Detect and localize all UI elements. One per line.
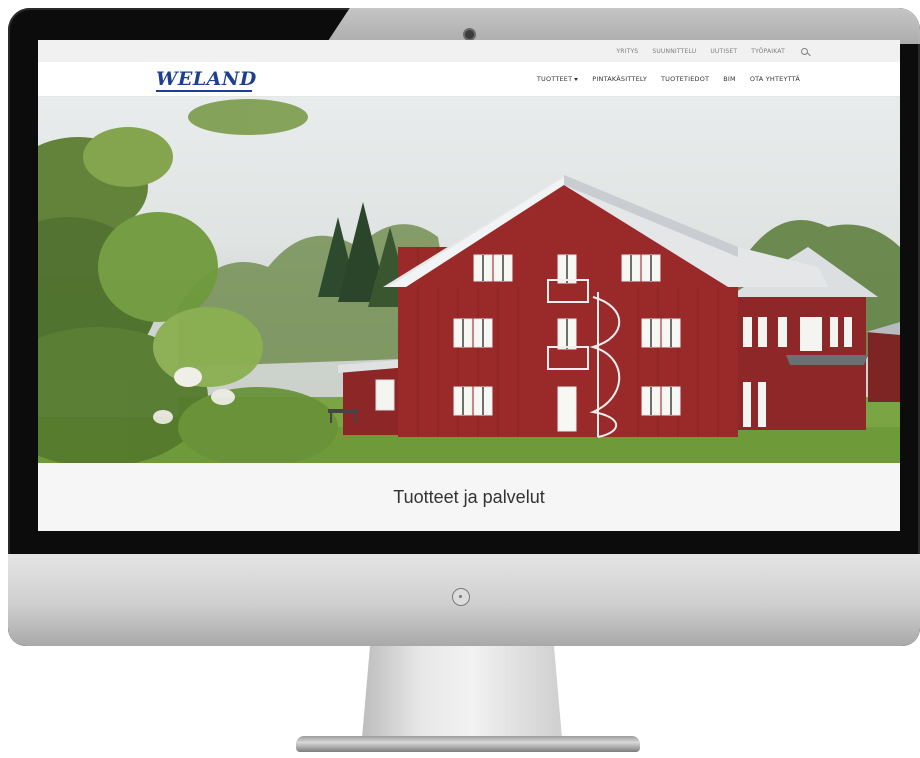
power-button-icon <box>452 588 470 606</box>
nav-item-ota-yhteytta[interactable]: OTA YHTEYTTÄ <box>750 75 800 83</box>
nav-link-uutiset[interactable]: UUTISET <box>710 48 737 55</box>
main-header: WELAND TUOTTEET PINTAKÄSITTELY TUOTETIED… <box>38 62 900 97</box>
weland-logo[interactable]: WELAND <box>156 68 256 92</box>
nav-link-suunnittelu[interactable]: SUUNNITTELU <box>652 48 696 55</box>
screen-glare <box>326 8 920 44</box>
hero-illustration <box>38 99 900 463</box>
search-icon[interactable] <box>801 47 808 55</box>
section-band: Tuotteet ja palvelut <box>38 463 900 531</box>
nav-link-yritys[interactable]: YRITYS <box>616 48 638 55</box>
camera-icon <box>465 30 474 39</box>
nav-item-tuotteet-label: TUOTTEET <box>536 75 573 83</box>
monitor-stand-neck <box>362 646 562 738</box>
utility-nav: YRITYS SUUNNITTELU UUTISET TYÖPAIKAT <box>38 40 900 62</box>
nav-item-pintakasittely[interactable]: PINTAKÄSITTELY <box>592 75 647 83</box>
monitor-stand-base <box>296 736 640 752</box>
hero-image <box>38 97 900 463</box>
nav-item-tuotteet[interactable]: TUOTTEET <box>536 75 579 83</box>
main-nav: TUOTTEET PINTAKÄSITTELY TUOTETIEDOT BIM … <box>537 75 800 83</box>
website-screen: YRITYS SUUNNITTELU UUTISET TYÖPAIKAT WEL… <box>38 40 900 531</box>
nav-item-tuotetiedot[interactable]: TUOTETIEDOT <box>661 75 709 83</box>
nav-item-bim[interactable]: BIM <box>723 75 736 83</box>
nav-link-tyopaikat[interactable]: TYÖPAIKAT <box>751 48 785 55</box>
section-title: Tuotteet ja palvelut <box>393 486 545 507</box>
caret-down-icon <box>574 77 579 81</box>
